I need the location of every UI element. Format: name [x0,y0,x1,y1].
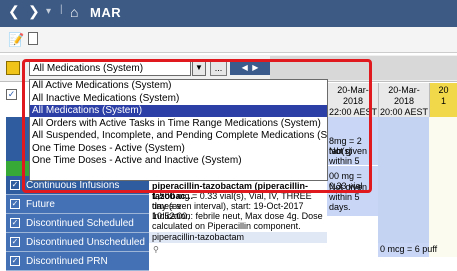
checkbox-icon[interactable]: ✓ [10,218,20,228]
nav-discontinued-prn[interactable]: ✓ Discontinued PRN [6,252,149,271]
nav-dropdown-icon[interactable]: ▾ [46,6,51,17]
page-title: MAR [90,5,122,20]
cell-status: within 5 days. [329,192,360,212]
nav-label: Discontinued Scheduled [26,218,134,229]
column-header[interactable]: 20 1 [429,83,457,117]
order-detail: Indication: febrile neut, Max dose 4g. D… [152,211,323,221]
cell-dose: 0 mcg = 6 puff [380,244,438,254]
select-all-checkbox[interactable]: ✓ [6,89,17,100]
filter-icon[interactable] [6,61,20,75]
pin-icon: ⚲ [153,245,159,254]
checkbox-icon[interactable]: ✓ [10,180,20,190]
nav-discontinued-unscheduled[interactable]: ✓ Discontinued Unscheduled [6,233,149,252]
nav-discontinued-scheduled[interactable]: ✓ Discontinued Scheduled [6,214,149,233]
home-icon[interactable]: ⌂ [70,4,78,20]
highlight-annotation [22,59,372,193]
grid-column-shade [378,117,429,257]
back-arrow-icon[interactable]: ❮ [8,3,20,20]
forward-arrow-icon[interactable]: ❯ [28,3,40,20]
nav-label: Future [26,199,55,210]
nav-label: Discontinued PRN [26,256,108,267]
grid-column-current [429,117,457,257]
nav-future[interactable]: ✓ Future [6,195,149,214]
checkbox-icon[interactable]: ✓ [10,237,20,247]
nav-label: Discontinued Unscheduled [26,237,145,248]
column-header[interactable]: 20-Mar-2018 20:00 AEST [378,83,429,117]
document-icon[interactable] [28,32,38,45]
checkbox-icon[interactable]: ✓ [10,256,20,266]
column-date: 20-Mar-2018 [388,85,420,106]
title-bar: ❮ ❯ ▾ | ⌂ MAR [0,0,457,27]
column-date: 20 [438,85,449,95]
toolbar: 📝 [0,27,457,53]
checkbox-icon[interactable]: ✓ [10,199,20,209]
order-name[interactable]: piperacillin-tazobactam [152,232,327,242]
column-time: 1 [440,96,446,106]
tasks-icon[interactable]: 📝 [8,32,24,48]
order-detail: calculated on Piperacillin component. [152,221,301,231]
separator-icon: | [60,4,63,15]
